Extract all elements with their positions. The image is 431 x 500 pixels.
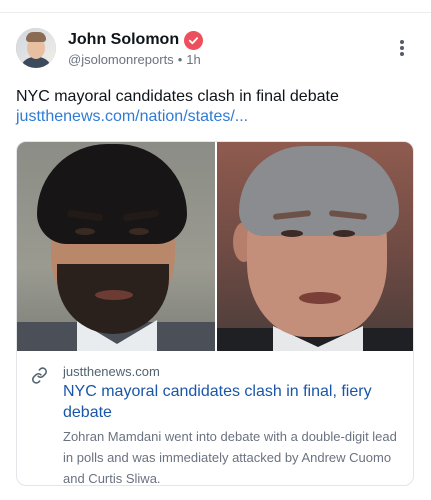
verified-badge-icon [184,30,204,50]
post-text: NYC mayoral candidates clash in final de… [16,88,339,105]
link-icon [31,367,47,384]
author-handle[interactable]: @jsolomonreports [68,52,174,67]
handle-row: @jsolomonreports • 1h [68,52,201,67]
post-link[interactable]: justthenews.com/nation/states/... [16,107,248,127]
post[interactable]: John Solomon @jsolomonreports • 1h NYC m… [0,0,431,500]
author-row: John Solomon [68,30,204,50]
separator-dot: • [177,52,183,67]
card-image[interactable] [17,142,413,351]
card-meta: justthenews.com NYC mayoral candidates c… [17,351,413,486]
candidate-photo-left [17,142,215,351]
card-title[interactable]: NYC mayoral candidates clash in final, f… [63,381,407,423]
card-domain: justthenews.com [63,364,160,379]
post-time: 1h [186,52,201,67]
candidate-photo-right [217,142,413,351]
more-vertical-icon[interactable] [393,36,411,60]
author-name[interactable]: John Solomon [68,31,179,49]
card-description: Zohran Mamdani went into debate with a d… [63,429,397,486]
link-preview-card[interactable]: justthenews.com NYC mayoral candidates c… [16,141,414,486]
avatar[interactable] [16,28,56,68]
